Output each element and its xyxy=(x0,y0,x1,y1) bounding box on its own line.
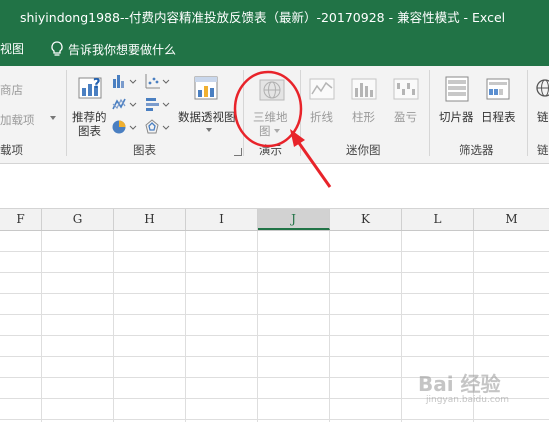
group-separator xyxy=(66,70,67,156)
pivot-chart-label[interactable]: 数据透视图 xyxy=(178,109,236,125)
3d-map-label-2[interactable]: 图 xyxy=(259,123,271,139)
grid-line xyxy=(257,231,258,422)
sparkline-column-icon[interactable] xyxy=(350,76,378,102)
lightbulb-icon xyxy=(51,41,63,56)
chevron-down-icon xyxy=(274,129,280,133)
sparkline-winloss-label[interactable]: 盈亏 xyxy=(394,109,417,125)
chevron-down-icon xyxy=(50,116,56,120)
tours-group-label: 演示 xyxy=(259,143,282,157)
watermark-url: jingyan.baidu.com xyxy=(426,395,510,405)
pivot-chart-icon[interactable] xyxy=(192,74,222,104)
grid-line xyxy=(0,356,549,357)
group-separator xyxy=(300,70,301,156)
sparkline-column-label[interactable]: 柱形 xyxy=(352,109,375,125)
sparkline-line-icon[interactable] xyxy=(308,76,336,102)
tab-bar: 视图 告诉我你想要做什么 xyxy=(0,32,549,66)
recommended-charts-label-2[interactable]: 图表 xyxy=(78,123,101,139)
tell-me-search[interactable]: 告诉我你想要做什么 xyxy=(68,41,176,58)
chevron-down-icon xyxy=(206,128,212,132)
bar-chart-icon[interactable] xyxy=(145,96,171,112)
timeline-icon[interactable] xyxy=(484,74,512,104)
formula-bar-area[interactable] xyxy=(0,164,549,209)
column-header[interactable]: M xyxy=(474,209,549,230)
grid-line xyxy=(0,251,549,252)
filters-group-label: 筛选器 xyxy=(459,143,494,157)
column-header[interactable]: F xyxy=(0,209,42,230)
line-chart-icon[interactable] xyxy=(112,96,138,112)
tab-view[interactable]: 视图 xyxy=(0,40,24,57)
sparkline-winloss-icon[interactable] xyxy=(392,76,420,102)
my-addins-button[interactable]: 加载项 xyxy=(0,112,35,128)
watermark-logo: Bai 经验 xyxy=(418,372,501,396)
ribbon: 商店 加载项 载项 ? 推荐的 图表 图表 数据透视图 三维地 图 演示 折线 … xyxy=(0,66,549,164)
grid-line xyxy=(0,272,549,273)
group-separator xyxy=(243,70,244,156)
charts-group-label: 图表 xyxy=(133,143,156,157)
column-header-row: F G H I J K L M xyxy=(0,209,549,231)
sparkline-line-label[interactable]: 折线 xyxy=(310,109,333,125)
title-bar: shiyindong1988--付费内容精准投放反馈表（最新）-20170928… xyxy=(0,0,549,32)
links-group-label: 链 xyxy=(537,143,549,157)
recommended-charts-icon[interactable]: ? xyxy=(76,74,106,104)
store-button[interactable]: 商店 xyxy=(0,82,23,98)
column-header[interactable]: G xyxy=(42,209,114,230)
grid-line xyxy=(41,231,42,422)
grid-line xyxy=(0,335,549,336)
scatter-chart-icon[interactable] xyxy=(145,73,171,89)
globe-link-icon[interactable] xyxy=(535,76,549,104)
slicer-label[interactable]: 切片器 xyxy=(439,109,474,125)
slicer-icon[interactable] xyxy=(443,74,471,104)
dialog-launcher-icon[interactable] xyxy=(234,148,242,156)
pie-chart-icon[interactable] xyxy=(112,119,138,135)
grid-line xyxy=(401,231,402,422)
grid-line xyxy=(0,314,549,315)
link-label[interactable]: 链 xyxy=(537,109,549,125)
window-title: shiyindong1988--付费内容精准投放反馈表（最新）-20170928… xyxy=(20,10,506,25)
column-header[interactable]: K xyxy=(330,209,402,230)
column-header[interactable]: I xyxy=(186,209,258,230)
column-header-selected[interactable]: J xyxy=(258,209,330,230)
grid-line xyxy=(0,419,549,420)
timeline-label[interactable]: 日程表 xyxy=(481,109,516,125)
column-header[interactable]: H xyxy=(114,209,186,230)
grid-line xyxy=(185,231,186,422)
column-header[interactable]: L xyxy=(402,209,474,230)
column-chart-icon[interactable] xyxy=(112,73,138,89)
svg-text:?: ? xyxy=(93,77,101,92)
globe-icon[interactable] xyxy=(258,76,286,104)
radar-chart-icon[interactable] xyxy=(145,119,171,135)
grid-line xyxy=(329,231,330,422)
grid-line xyxy=(113,231,114,422)
grid-line xyxy=(0,293,549,294)
addins-group-label: 载项 xyxy=(0,143,23,157)
sparklines-group-label: 迷你图 xyxy=(346,143,381,157)
group-separator xyxy=(429,70,430,156)
group-separator xyxy=(527,70,528,156)
